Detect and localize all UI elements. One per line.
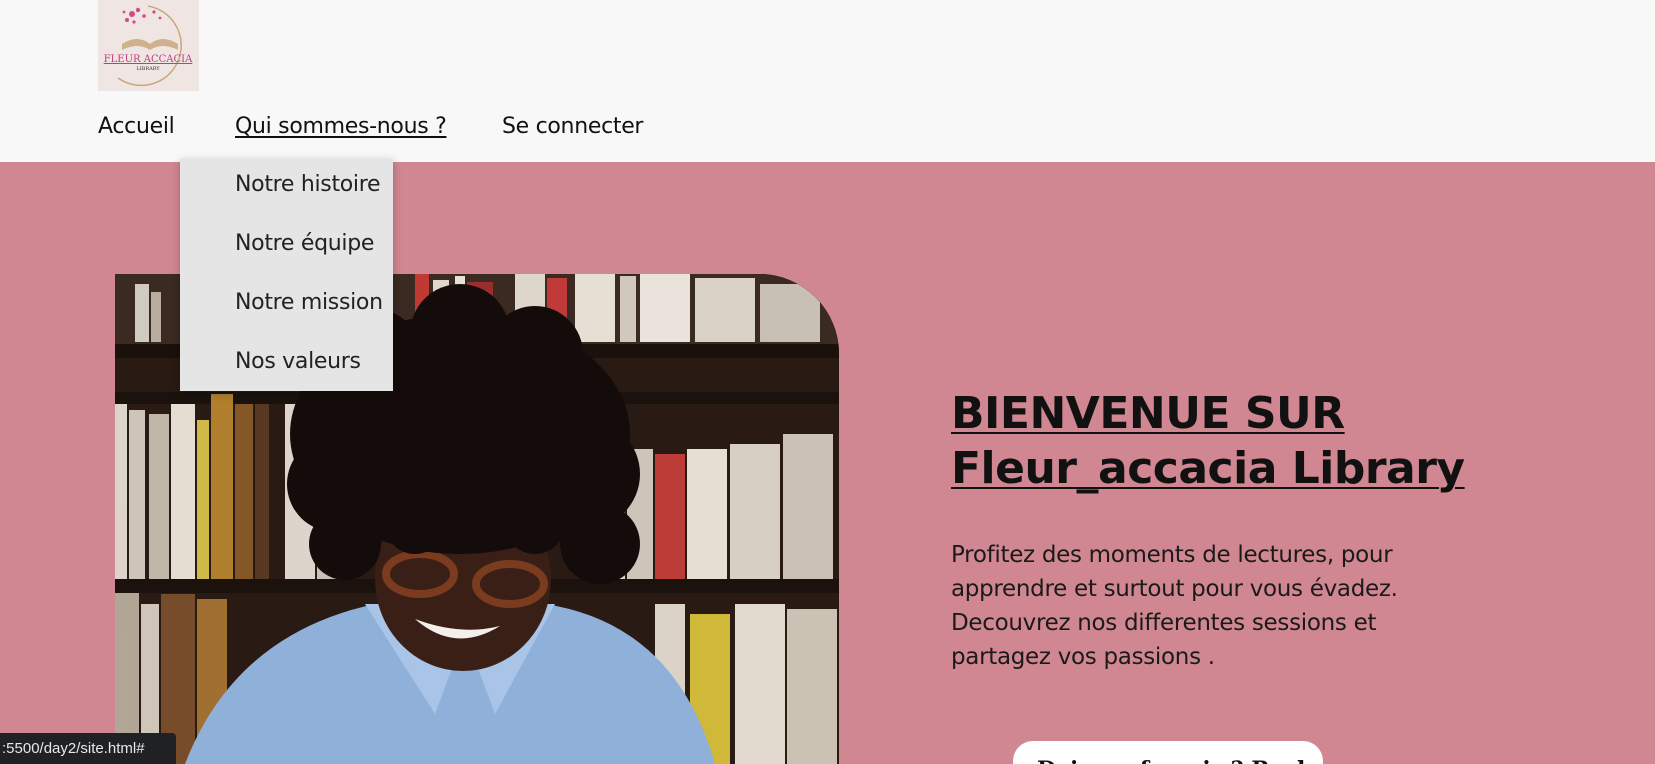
- dropdown-item-notre-equipe[interactable]: Notre équipe: [235, 229, 374, 259]
- dropdown-item-notre-mission[interactable]: Notre mission: [235, 288, 383, 318]
- qui-sommes-nous-dropdown: Notre histoire Notre équipe Notre missio…: [180, 159, 393, 391]
- dropdown-item-nos-valeurs[interactable]: Nos valeurs: [235, 347, 361, 377]
- svg-text:LIBRARY: LIBRARY: [136, 66, 160, 72]
- nav-qui-sommes-nous[interactable]: Qui sommes-nous ?: [235, 110, 447, 144]
- dropdown-item-notre-histoire[interactable]: Notre histoire: [235, 170, 381, 200]
- hero-title-line2: Fleur_accacia Library: [951, 443, 1465, 494]
- nav-accueil[interactable]: Accueil: [98, 110, 175, 144]
- browser-status-bar: :5500/day2/site.html#: [0, 733, 176, 764]
- nav-se-connecter[interactable]: Se connecter: [502, 110, 643, 144]
- site-logo[interactable]: FLEUR ACCACIA LIBRARY: [98, 0, 199, 91]
- hero-title-line1: BIENVENUE SUR: [951, 388, 1345, 439]
- svg-text:FLEUR ACCACIA: FLEUR ACCACIA: [104, 54, 193, 65]
- logo-icon: FLEUR ACCACIA LIBRARY: [98, 0, 199, 91]
- search-favorites-button[interactable]: Deja un favoris ? Recherchez: [1013, 741, 1323, 764]
- hero-title: BIENVENUE SUR Fleur_accacia Library: [951, 386, 1471, 496]
- site-header: FLEUR ACCACIA LIBRARY Accueil Qui sommes…: [0, 0, 1655, 162]
- hero-paragraph: Profitez des moments de lectures, pour a…: [951, 542, 1398, 670]
